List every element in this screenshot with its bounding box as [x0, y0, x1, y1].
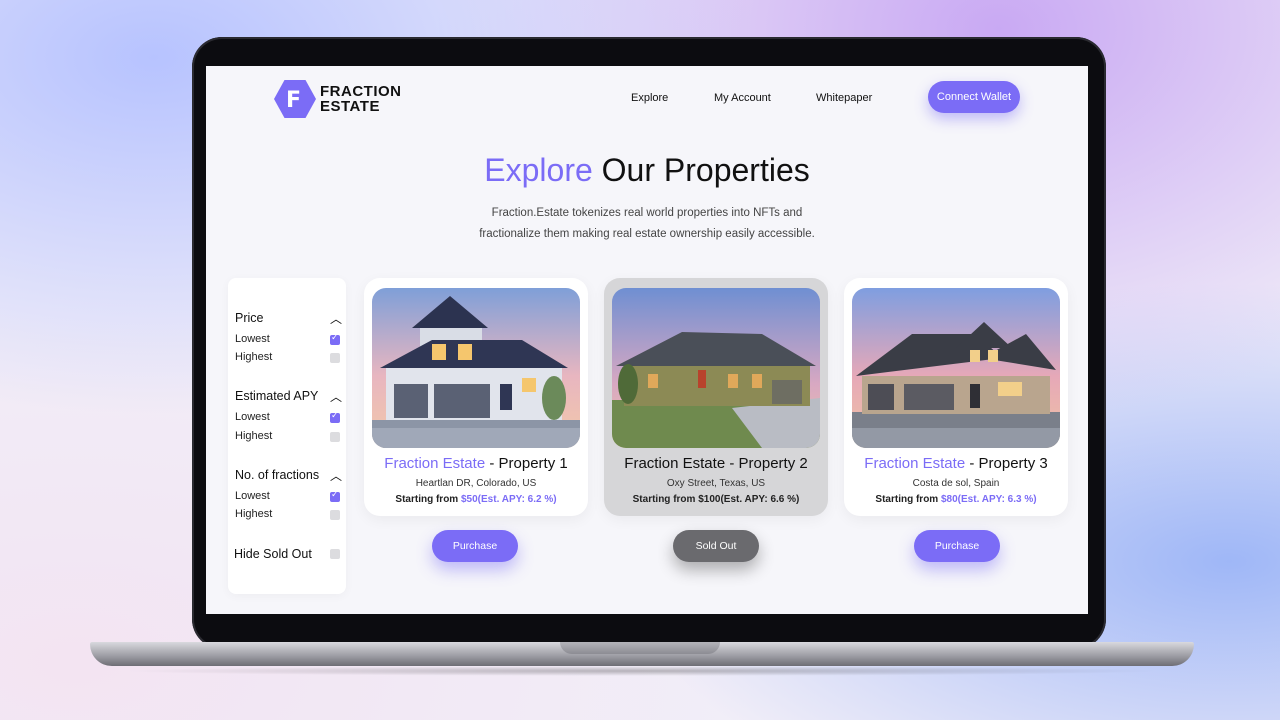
brand-name-line2: ESTATE	[320, 98, 380, 115]
filter-price-highest-label: Highest	[235, 351, 273, 363]
chevron-up-icon[interactable]: ︿	[330, 388, 342, 405]
filter-price-lowest-checkbox[interactable]	[330, 332, 340, 345]
property-photo-3	[852, 288, 1060, 448]
page-title-accent: Explore	[484, 152, 593, 188]
brand-hexagon-icon: F	[274, 80, 316, 118]
connect-wallet-button[interactable]: Connect Wallet	[928, 81, 1020, 113]
property-price-3: Starting from $80(Est. APY: 6.3 %)	[875, 494, 1037, 505]
filter-apy-lowest-label: Lowest	[235, 411, 270, 423]
filter-apy-heading: Estimated APY	[235, 389, 319, 403]
property-location-2: Oxy Street, Texas, US	[666, 478, 766, 489]
brand-name-line1: FRACTION	[320, 83, 402, 100]
filter-fractions-highest-label: Highest	[235, 508, 273, 520]
browser-screen: F FRACTION ESTATE Explore My Account Whi…	[206, 66, 1088, 614]
filter-hide-sold-label: Hide Sold Out	[234, 547, 312, 561]
page-subtitle: Fraction.Estate tokenizes real world pro…	[479, 207, 815, 240]
filter-price-lowest-label: Lowest	[235, 333, 270, 345]
filter-hide-sold-checkbox[interactable]	[330, 549, 340, 559]
page-title: Explore Our Properties	[206, 152, 1088, 189]
filter-fractions-highest-checkbox[interactable]	[330, 510, 340, 520]
nav-explore[interactable]: Explore	[631, 92, 668, 104]
chevron-up-icon[interactable]: ︿	[330, 310, 342, 327]
property-photo-1	[372, 288, 580, 448]
filter-fractions-lowest-checkbox[interactable]	[330, 489, 340, 502]
property-card-1[interactable]: Fraction Estate - Property 1 Heartlan DR…	[364, 278, 588, 516]
laptop-shadow	[120, 666, 1164, 676]
filter-apy-lowest-checkbox[interactable]	[330, 410, 340, 423]
filter-price-highest-checkbox[interactable]	[330, 353, 340, 363]
filter-apy-highest-checkbox[interactable]	[330, 432, 340, 442]
property-title-3: Fraction Estate - Property 3	[864, 455, 1048, 472]
chevron-up-icon[interactable]: ︿	[330, 467, 342, 484]
nav-whitepaper[interactable]: Whitepaper	[816, 92, 872, 104]
property-title-1: Fraction Estate - Property 1	[384, 455, 568, 472]
purchase-button-1[interactable]: Purchase	[432, 530, 518, 562]
filter-price-heading: Price	[235, 311, 264, 325]
property-title-2: Fraction Estate - Property 2	[624, 455, 808, 472]
property-location-1: Heartlan DR, Colorado, US	[415, 478, 537, 489]
property-price-2: Starting from $100(Est. APY: 6.6 %)	[632, 494, 800, 505]
nav-my-account[interactable]: My Account	[714, 92, 771, 104]
filter-fractions-lowest-label: Lowest	[235, 490, 270, 502]
property-card-2[interactable]: Fraction Estate - Property 2 Oxy Street,…	[604, 278, 828, 516]
purchase-button-3[interactable]: Purchase	[914, 530, 1000, 562]
page-title-rest: Our Properties	[601, 152, 810, 188]
filter-fractions-heading: No. of fractions	[235, 468, 320, 482]
property-location-3: Costa de sol, Spain	[912, 478, 1000, 489]
filter-apy-highest-label: Highest	[235, 430, 273, 442]
property-photo-2	[612, 288, 820, 448]
filter-panel: Price ︿ Lowest Highest Estimated APY ︿ L…	[228, 278, 346, 594]
property-price-1: Starting from $50(Est. APY: 6.2 %)	[395, 494, 557, 505]
laptop-base-notch	[560, 642, 720, 654]
property-card-3[interactable]: Fraction Estate - Property 3 Costa de so…	[844, 278, 1068, 516]
brand-logo[interactable]: F FRACTION ESTATE	[274, 80, 402, 118]
sold-out-button-2[interactable]: Sold Out	[673, 530, 759, 562]
